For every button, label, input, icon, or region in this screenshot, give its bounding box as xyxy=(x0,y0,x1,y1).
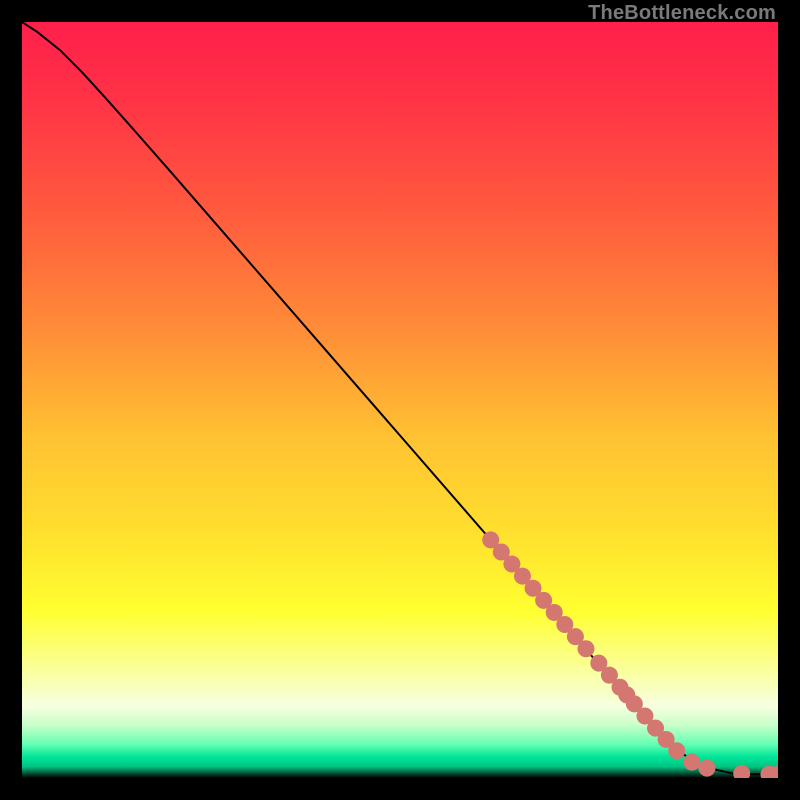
chart-plot xyxy=(22,22,778,778)
gradient-background xyxy=(22,22,778,778)
scatter-dot xyxy=(683,754,700,771)
chart-frame: TheBottleneck.com xyxy=(0,0,800,800)
scatter-dot xyxy=(668,742,685,759)
scatter-dot xyxy=(577,640,594,657)
scatter-dot xyxy=(698,760,715,777)
